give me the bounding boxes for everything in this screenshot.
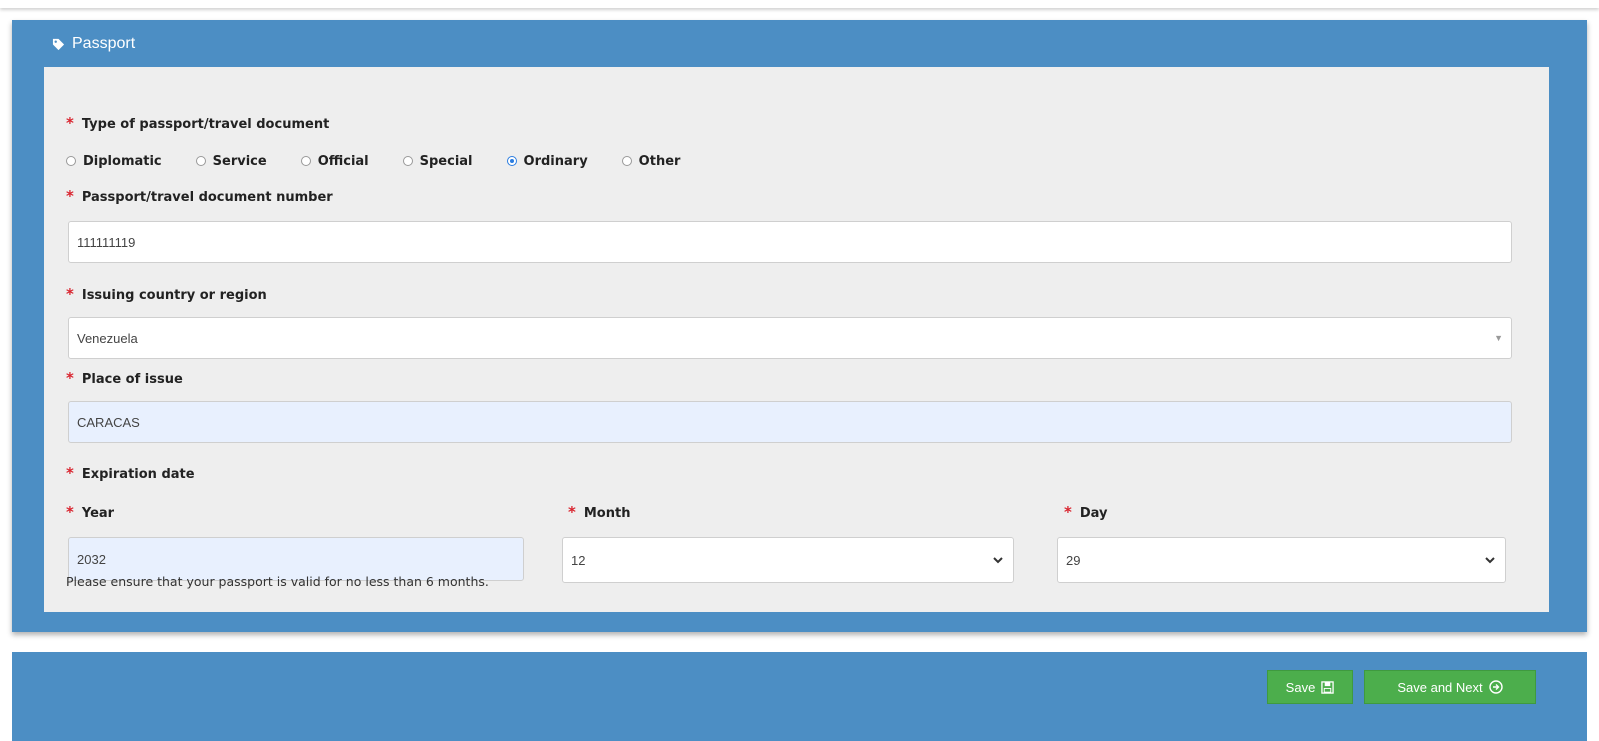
doc-number-label-text: Passport/travel document number [81, 190, 333, 205]
required-marker: * [66, 464, 74, 482]
place-of-issue-label-text: Place of issue [81, 372, 183, 387]
required-marker: * [66, 503, 74, 521]
passport-form: * Type of passport/travel document Diplom… [44, 67, 1549, 612]
panel-title: Passport [72, 35, 136, 52]
panel-header: Passport [52, 33, 135, 55]
month-select[interactable]: 12 [562, 537, 1014, 583]
month-value: 12 [571, 552, 586, 568]
issuing-country-select[interactable]: Venezuela ▼ [68, 317, 1512, 359]
dropdown-arrow-icon: ▼ [1494, 333, 1503, 343]
radio-service[interactable]: Service [195, 153, 267, 169]
radio-button-icon[interactable] [300, 156, 311, 166]
arrow-circle-right-icon [1488, 680, 1503, 694]
passport-panel: Passport * Type of passport/travel docume… [12, 20, 1587, 632]
required-marker: * [66, 187, 74, 205]
place-of-issue-label: * Place of issue [66, 369, 183, 387]
floppy-disk-icon [1321, 680, 1335, 694]
year-value: 2032 [77, 551, 106, 567]
day-select[interactable]: 29 [1057, 537, 1506, 583]
doc-number-input[interactable]: 111111119 [68, 221, 1512, 263]
radio-button-icon[interactable] [195, 156, 206, 166]
radio-other[interactable]: Other [621, 153, 681, 169]
day-label-text: Day [1079, 506, 1108, 521]
radio-button-icon[interactable] [621, 156, 632, 166]
radio-label: Diplomatic [83, 153, 162, 169]
top-divider [0, 0, 1599, 8]
radio-special[interactable]: Special [402, 153, 473, 169]
required-marker: * [66, 369, 74, 387]
place-of-issue-value: CARACAS [77, 414, 140, 430]
save-button-label: Save [1285, 679, 1316, 695]
radio-label: Other [638, 153, 681, 169]
place-of-issue-input[interactable]: CARACAS [68, 401, 1512, 443]
year-label: * Year [66, 503, 114, 521]
tag-icon [52, 38, 65, 51]
doc-type-label: * Type of passport/travel document [66, 114, 329, 132]
footer-bar: Save Save and Next [12, 652, 1587, 741]
doc-type-radio-group: Diplomatic Service Official Special Ordi… [66, 152, 714, 170]
doc-number-value: 111111119 [77, 234, 136, 250]
save-button[interactable]: Save [1267, 670, 1353, 704]
save-and-next-button[interactable]: Save and Next [1364, 670, 1536, 704]
radio-button-icon[interactable] [66, 156, 76, 166]
year-label-text: Year [81, 506, 115, 521]
required-marker: * [1064, 503, 1072, 521]
month-label: * Month [568, 503, 630, 521]
required-marker: * [568, 503, 576, 521]
radio-label: Service [212, 153, 267, 169]
required-marker: * [66, 285, 74, 303]
passport-validity-note: Please ensure that your passport is vali… [66, 574, 489, 589]
radio-diplomatic[interactable]: Diplomatic [66, 154, 162, 169]
save-and-next-button-label: Save and Next [1397, 679, 1483, 695]
issuing-country-label-text: Issuing country or region [81, 288, 267, 303]
issuing-country-value: Venezuela [77, 330, 138, 346]
month-label-text: Month [583, 506, 631, 521]
radio-official[interactable]: Official [300, 153, 369, 169]
required-marker: * [66, 114, 74, 132]
expiration-date-label: * Expiration date [66, 464, 195, 482]
radio-label: Ordinary [523, 153, 588, 169]
day-label: * Day [1064, 503, 1108, 521]
chevron-down-icon [993, 557, 1003, 564]
radio-button-checked-icon[interactable] [506, 156, 517, 166]
issuing-country-label: * Issuing country or region [66, 285, 267, 303]
radio-label: Official [317, 153, 369, 169]
radio-ordinary[interactable]: Ordinary [506, 153, 588, 169]
doc-type-label-text: Type of passport/travel document [81, 117, 330, 132]
radio-label: Special [419, 153, 473, 169]
radio-button-icon[interactable] [402, 156, 413, 166]
expiration-date-label-text: Expiration date [81, 467, 195, 482]
doc-number-label: * Passport/travel document number [66, 187, 333, 205]
day-value: 29 [1066, 552, 1081, 568]
chevron-down-icon [1485, 557, 1495, 564]
